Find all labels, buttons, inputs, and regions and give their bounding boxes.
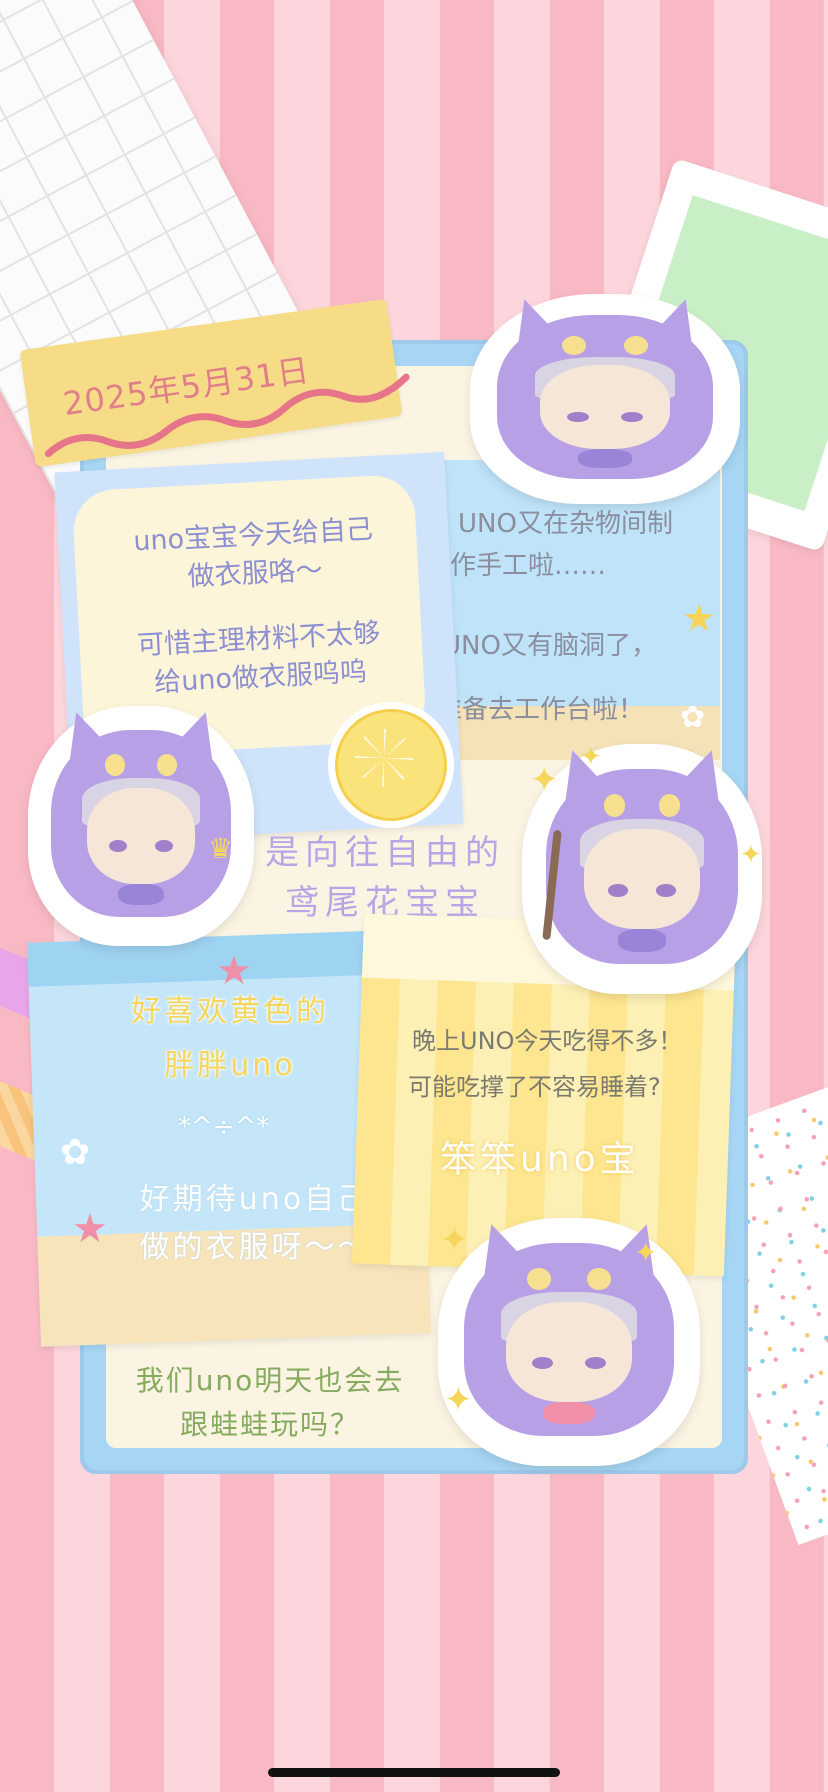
note-bottom-left-line2: 胖胖uno (164, 1048, 296, 1083)
sparkle-icon: ✦ (440, 1220, 469, 1260)
bottom-line1: 我们uno明天也会去 (135, 1364, 405, 1397)
note-top-right-line4: 准备去工作台啦！ (436, 695, 645, 725)
heading-line1: 是向往自由的 (265, 833, 505, 873)
brand-label: 笨笨uno宝 (440, 1139, 640, 1180)
sparkle-icon: ✦ (740, 840, 762, 870)
sparkle-icon: ✦ (530, 760, 559, 800)
sparkle-icon: ✦ (634, 1236, 658, 1269)
emoticon-label: *^÷^* (178, 1112, 270, 1142)
shell-icon: ✿ (680, 700, 706, 735)
home-indicator[interactable] (268, 1768, 560, 1777)
uno-character-sticker-sleepy (470, 291, 740, 504)
uno-character-sticker-octopus (28, 704, 254, 946)
note-bottom-right-line2: 可能吃撑了不容易睡着? (408, 1073, 661, 1101)
shell-icon: ✿ (60, 1132, 91, 1173)
sparkle-icon: ✦ (444, 1380, 473, 1420)
note-bottom-left-line1: 好喜欢黄色的 (131, 994, 329, 1029)
starfish-icon: ★ (72, 1206, 108, 1252)
bottom-line2: 跟蛙蛙玩吗？ (179, 1408, 360, 1441)
note-top-right-line3: UNO又有脑洞了， (442, 631, 657, 661)
crown-icon: ♛ (208, 832, 234, 865)
note-top-right-line1: UNO又在杂物间制 (458, 509, 673, 539)
starfish-icon: ★ (216, 948, 252, 994)
note-bottom-right-line1: 晚上UNO今天吃得不多！ (412, 1027, 683, 1055)
uno-character-sticker-bow (438, 1216, 700, 1466)
lemon-slice-icon (328, 702, 454, 828)
sparkle-icon: ✦ (580, 742, 602, 772)
star-icon: ★ (682, 596, 717, 640)
note-top-right-line2: 作手工啦…… (450, 551, 607, 581)
